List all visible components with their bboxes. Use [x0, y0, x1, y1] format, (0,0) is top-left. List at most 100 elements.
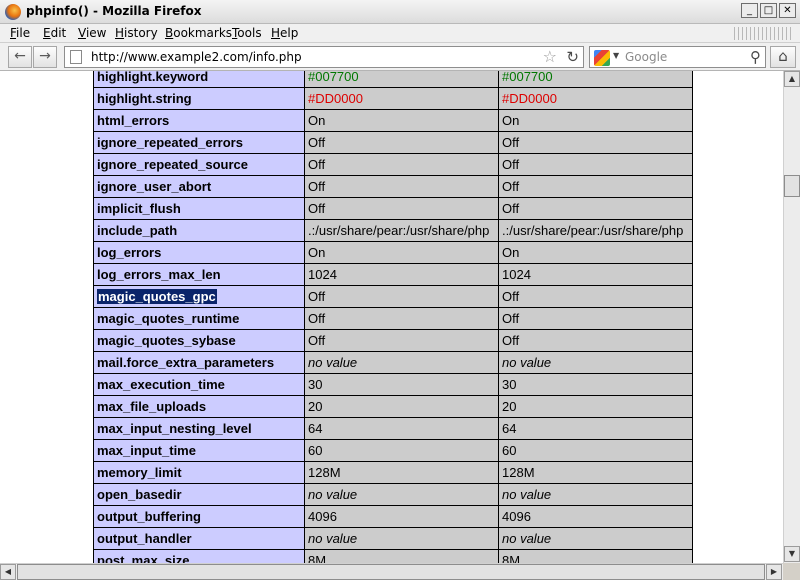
table-row: log_errors On On: [93, 241, 693, 264]
scroll-left-button[interactable]: ◀: [0, 564, 16, 580]
reload-icon[interactable]: ↻: [566, 48, 579, 66]
master-value: .:/usr/share/pear:/usr/share/php: [502, 223, 684, 238]
menu-view[interactable]: View: [78, 26, 106, 40]
local-value: 64: [308, 421, 323, 436]
directive-cell: max_execution_time: [93, 373, 305, 396]
table-row: ignore_repeated_source Off Off: [93, 153, 693, 176]
url-text[interactable]: http://www.example2.com/info.php: [91, 50, 302, 64]
minimize-button[interactable]: _: [741, 3, 758, 18]
master-value: Off: [502, 179, 520, 194]
local-value: #DD0000: [308, 91, 363, 106]
search-input[interactable]: Google: [625, 50, 667, 64]
home-button[interactable]: ⌂: [770, 46, 796, 68]
menu-help[interactable]: Help: [271, 26, 298, 40]
scroll-down-button[interactable]: ▼: [784, 546, 800, 562]
directive-name: max_input_nesting_level: [97, 421, 252, 436]
master-value-cell: 4096: [498, 505, 693, 528]
menu-history[interactable]: History: [115, 26, 158, 40]
master-value-cell: Off: [498, 197, 693, 220]
master-value-cell: On: [498, 241, 693, 264]
vertical-scrollbar[interactable]: ▲ ▼: [783, 71, 800, 563]
directive-cell: highlight.string: [93, 87, 305, 110]
local-value-cell: 1024: [304, 263, 499, 286]
table-row: max_execution_time 30 30: [93, 373, 693, 396]
master-value-cell: Off: [498, 175, 693, 198]
master-value-cell: 64: [498, 417, 693, 440]
directive-name: ignore_repeated_source: [97, 157, 249, 172]
directive-name: mail.force_extra_parameters: [97, 355, 275, 370]
close-button[interactable]: ✕: [779, 3, 796, 18]
directive-cell: log_errors_max_len: [93, 263, 305, 286]
directive-name: ignore_user_abort: [97, 179, 212, 194]
table-row: log_errors_max_len 1024 1024: [93, 263, 693, 286]
magnifier-icon[interactable]: ⚲: [750, 48, 761, 66]
star-icon[interactable]: ☆: [543, 47, 557, 66]
scrollbar-corner: [783, 563, 800, 580]
forward-button[interactable]: →: [33, 46, 57, 68]
local-value: Off: [308, 201, 326, 216]
master-value: 64: [502, 421, 517, 436]
maximize-button[interactable]: □: [760, 3, 777, 18]
directive-name: max_file_uploads: [97, 399, 207, 414]
local-value-cell: #007700: [304, 71, 499, 88]
master-value: On: [502, 113, 520, 128]
local-value: .:/usr/share/pear:/usr/share/php: [308, 223, 490, 238]
local-value-cell: 64: [304, 417, 499, 440]
table-row: magic_quotes_runtime Off Off: [93, 307, 693, 330]
local-value: 128M: [308, 465, 341, 480]
table-row: max_input_time 60 60: [93, 439, 693, 462]
table-row: output_buffering 4096 4096: [93, 505, 693, 528]
horizontal-scroll-thumb[interactable]: [17, 564, 765, 580]
local-value: Off: [308, 135, 326, 150]
local-value: 60: [308, 443, 323, 458]
local-value: #007700: [308, 71, 359, 84]
local-value: 20: [308, 399, 323, 414]
local-value: On: [308, 113, 326, 128]
local-value: no value: [308, 355, 358, 370]
table-row: ignore_user_abort Off Off: [93, 175, 693, 198]
scroll-up-button[interactable]: ▲: [784, 71, 800, 87]
master-value-cell: Off: [498, 131, 693, 154]
google-icon[interactable]: [594, 50, 610, 66]
master-value: 8M: [502, 553, 521, 563]
search-engine-dropdown-icon[interactable]: ▼: [613, 51, 619, 60]
search-bar[interactable]: ▼ Google ⚲: [589, 46, 766, 68]
vertical-scroll-thumb[interactable]: [784, 175, 800, 197]
local-value-cell: 4096: [304, 505, 499, 528]
menu-tools[interactable]: Tools: [232, 26, 262, 40]
forward-arrow-icon: →: [39, 48, 51, 64]
master-value: 20: [502, 399, 517, 414]
local-value-cell: Off: [304, 197, 499, 220]
directive-name: post_max_size: [97, 553, 190, 563]
directive-cell: html_errors: [93, 109, 305, 132]
directive-cell: post_max_size: [93, 549, 305, 563]
directive-cell: log_errors: [93, 241, 305, 264]
table-row: html_errors On On: [93, 109, 693, 132]
master-value: #DD0000: [502, 91, 557, 106]
master-value: 128M: [502, 465, 535, 480]
table-row: mail.force_extra_parameters no value no va…: [93, 351, 693, 374]
master-value-cell: #007700: [498, 71, 693, 88]
local-value-cell: #DD0000: [304, 87, 499, 110]
menu-edit[interactable]: Edit: [43, 26, 66, 40]
local-value: Off: [308, 333, 326, 348]
horizontal-scrollbar[interactable]: ◀ ▶: [0, 563, 783, 580]
local-value-cell: On: [304, 109, 499, 132]
directive-name: highlight.string: [97, 91, 192, 106]
directive-name: implicit_flush: [97, 201, 181, 216]
directive-cell: output_buffering: [93, 505, 305, 528]
firefox-logo-icon: [5, 4, 21, 20]
menu-file[interactable]: File: [10, 26, 30, 40]
local-value-cell: 128M: [304, 461, 499, 484]
master-value: 30: [502, 377, 517, 392]
directive-name: magic_quotes_gpc: [97, 289, 217, 304]
back-arrow-icon: ←: [14, 48, 26, 64]
menu-bookmarks[interactable]: Bookmarks: [165, 26, 232, 40]
address-bar[interactable]: http://www.example2.com/info.php ☆ ↻: [64, 46, 584, 68]
back-button[interactable]: ←: [8, 46, 32, 68]
table-row: magic_quotes_sybase Off Off: [93, 329, 693, 352]
directive-name: highlight.keyword: [97, 71, 209, 84]
master-value: 60: [502, 443, 517, 458]
scroll-right-button[interactable]: ▶: [766, 564, 782, 580]
master-value: Off: [502, 311, 520, 326]
